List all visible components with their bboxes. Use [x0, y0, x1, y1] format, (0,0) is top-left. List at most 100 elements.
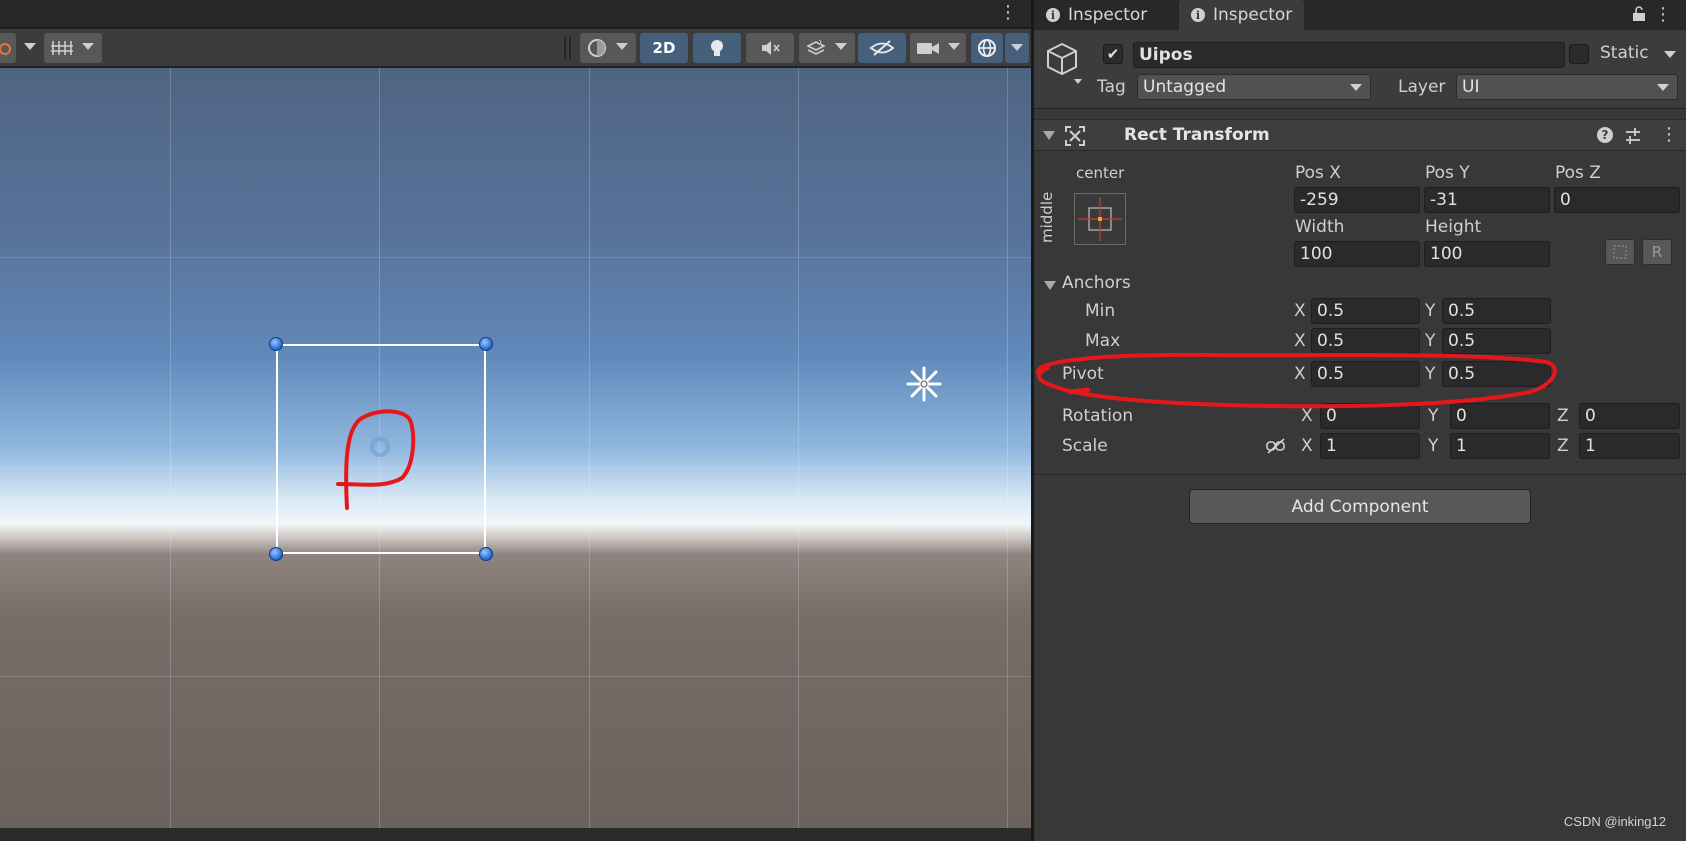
active-checkbox[interactable]: ✔	[1103, 44, 1123, 64]
anchors-foldout-icon[interactable]	[1044, 281, 1056, 290]
blueprint-mode-button[interactable]	[1605, 239, 1635, 265]
link-icon[interactable]	[1266, 438, 1286, 454]
visibility-icon	[869, 40, 895, 56]
static-label: Static	[1600, 43, 1649, 63]
toolbar-divider	[564, 37, 566, 59]
max-label: Max	[1085, 331, 1121, 351]
scene-status-bar	[0, 828, 1031, 841]
pos-z-field[interactable]: 0	[1554, 187, 1680, 213]
audio-icon	[762, 41, 780, 55]
scale-z-field[interactable]: 1	[1579, 433, 1680, 459]
rect-tool-icon	[0, 43, 11, 55]
height-field[interactable]: 100	[1424, 241, 1550, 267]
pos-x-label: Pos X	[1295, 163, 1341, 183]
add-component-button[interactable]: Add Component	[1189, 489, 1531, 524]
chevron-down-icon	[1657, 84, 1669, 91]
watermark-text: CSDN @inking12	[1563, 814, 1666, 829]
scene-toolbar: 2D	[0, 29, 1031, 67]
chevron-down-icon	[616, 43, 628, 50]
annotation-p-mark	[336, 409, 416, 510]
rect-transform-header[interactable]: Rect Transform ? ⋮	[1034, 119, 1686, 151]
pos-y-field[interactable]: -31	[1424, 187, 1550, 213]
chevron-down-icon[interactable]	[24, 43, 36, 50]
effects-button[interactable]	[799, 33, 855, 63]
tab-label: Inspector	[1068, 5, 1148, 25]
kebab-icon[interactable]: ⋮	[1660, 124, 1678, 145]
shading-sphere-icon	[588, 39, 606, 57]
width-field[interactable]: 100	[1294, 241, 1420, 267]
tab-inspector-2[interactable]: i Inspector	[1179, 0, 1305, 30]
width-label: Width	[1295, 217, 1345, 237]
scale-x-field[interactable]: 1	[1320, 433, 1420, 459]
transform-tool-button[interactable]	[0, 33, 16, 63]
blueprint-icon	[1613, 245, 1627, 259]
x-label: X	[1301, 406, 1313, 426]
pos-x-field[interactable]: -259	[1294, 187, 1420, 213]
object-header: ✔ Uipos Static Tag Untagged Layer UI	[1034, 31, 1686, 109]
anchor-max-x-field[interactable]: 0.5	[1311, 328, 1420, 354]
rotation-y-field[interactable]: 0	[1450, 403, 1550, 429]
anchors-label: Anchors	[1062, 273, 1131, 293]
lighting-toggle-button[interactable]	[693, 33, 741, 63]
scene-kebab-icon[interactable]: ⋮	[999, 4, 1017, 22]
audio-toggle-button[interactable]	[746, 33, 794, 63]
chevron-down-icon	[835, 43, 847, 50]
y-label: Y	[1425, 301, 1436, 321]
foldout-arrow-icon[interactable]	[1043, 131, 1055, 140]
tag-dropdown[interactable]: Untagged	[1137, 74, 1371, 100]
scene-tab-bar: ⋮	[0, 0, 1031, 28]
grid-snap-icon	[51, 41, 73, 55]
anchor-v-label: middle	[1038, 191, 1056, 243]
camera-settings-button[interactable]	[910, 33, 966, 63]
pivot-y-field[interactable]: 0.5	[1442, 361, 1551, 387]
rotation-x-field[interactable]: 0	[1320, 403, 1420, 429]
chevron-down-icon	[1011, 44, 1023, 51]
object-name-field[interactable]: Uipos	[1133, 42, 1565, 68]
z-label: Z	[1557, 436, 1569, 456]
rotation-label: Rotation	[1062, 406, 1134, 426]
chevron-down-icon	[1350, 84, 1362, 91]
lock-icon[interactable]	[1632, 6, 1646, 22]
anchor-min-y-field[interactable]: 0.5	[1442, 298, 1551, 324]
pivot-label: Pivot	[1062, 364, 1104, 384]
info-icon: i	[1046, 8, 1060, 22]
mode-2d-button[interactable]: 2D	[640, 33, 688, 63]
cube-icon[interactable]	[1044, 41, 1088, 89]
z-label: Z	[1557, 406, 1569, 426]
x-label: X	[1294, 301, 1306, 321]
static-checkbox[interactable]	[1569, 44, 1589, 64]
grid-snap-button[interactable]	[44, 33, 102, 63]
light-gizmo-icon[interactable]	[904, 364, 944, 404]
anchor-preset-icon	[1078, 197, 1122, 241]
chevron-down-icon	[948, 43, 960, 50]
anchor-min-x-field[interactable]: 0.5	[1311, 298, 1420, 324]
anchor-h-label: center	[1076, 164, 1125, 182]
rect-transform-icon	[1065, 126, 1085, 146]
layer-dropdown[interactable]: UI	[1456, 74, 1678, 100]
tag-value: Untagged	[1143, 77, 1227, 97]
y-label: Y	[1428, 436, 1439, 456]
effects-icon	[806, 39, 826, 55]
preset-icon[interactable]	[1624, 127, 1642, 145]
raw-edit-button[interactable]: R	[1642, 239, 1672, 265]
anchor-max-y-field[interactable]: 0.5	[1442, 328, 1551, 354]
inspector-tab-bar: i Inspector i Inspector ⋮	[1034, 0, 1686, 30]
scene-visibility-button[interactable]	[858, 33, 906, 63]
scene-viewport[interactable]	[0, 68, 1031, 828]
tag-label: Tag	[1097, 77, 1126, 97]
shading-mode-button[interactable]	[580, 33, 636, 63]
rotation-z-field[interactable]: 0	[1579, 403, 1680, 429]
light-bulb-icon	[711, 40, 723, 56]
gizmos-button[interactable]	[971, 33, 1003, 63]
component-title: Rect Transform	[1124, 125, 1270, 145]
pivot-x-field[interactable]: 0.5	[1311, 361, 1420, 387]
kebab-icon[interactable]: ⋮	[1654, 4, 1672, 25]
help-icon[interactable]: ?	[1597, 127, 1613, 143]
gizmos-dropdown-button[interactable]	[1005, 33, 1029, 63]
static-dropdown-icon[interactable]	[1664, 51, 1676, 58]
anchor-presets-button[interactable]	[1074, 193, 1126, 245]
tab-inspector-1[interactable]: i Inspector	[1034, 0, 1159, 30]
pos-y-label: Pos Y	[1425, 163, 1470, 183]
gizmo-icon	[978, 39, 996, 57]
scale-y-field[interactable]: 1	[1450, 433, 1550, 459]
